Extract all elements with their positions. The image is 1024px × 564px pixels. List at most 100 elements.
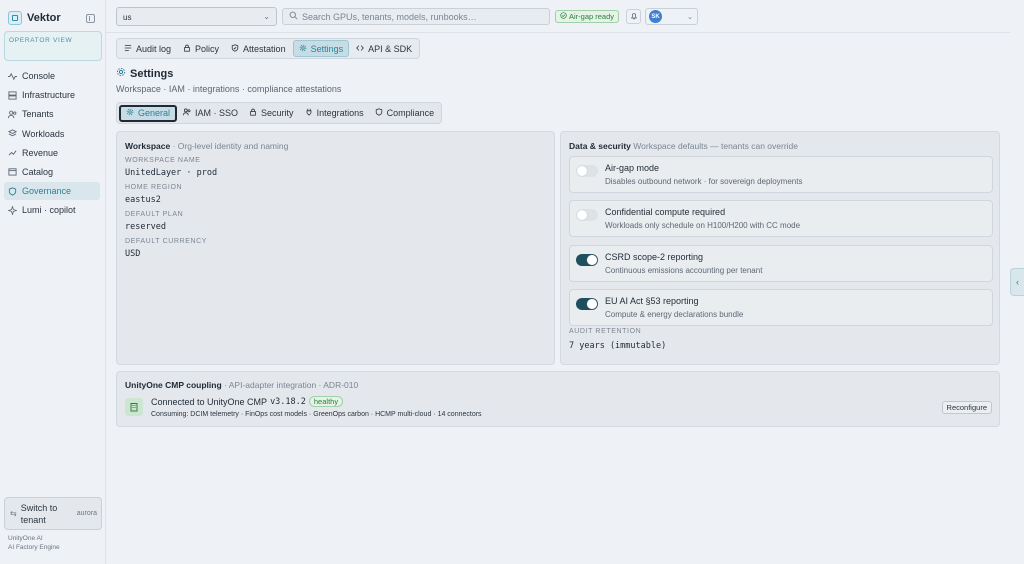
sidebar-item-catalog[interactable]: Catalog — [4, 163, 100, 181]
sidebar-item-label: Revenue — [22, 147, 59, 158]
tab-security[interactable]: Security — [244, 105, 299, 122]
region-value: us — [123, 13, 132, 22]
switch-tenant-label: Switch to tenant — [20, 502, 58, 525]
airgap-mode-row[interactable]: Air-gap mode Disables outbound network ·… — [569, 156, 993, 193]
gear-icon — [116, 67, 126, 80]
tab-label: IAM · SSO — [195, 108, 239, 118]
user-menu[interactable]: SK ⌄ — [645, 8, 698, 25]
field-value[interactable]: eastus2 — [125, 195, 546, 205]
tab-integrations[interactable]: Integrations — [300, 105, 369, 122]
shield-icon — [8, 187, 17, 196]
current-tenant: aurora — [76, 510, 97, 517]
toggle-desc: Workloads only schedule on H100/H200 wit… — [605, 221, 801, 230]
tab-attestation[interactable]: Attestation — [226, 40, 291, 57]
sidebar-item-console[interactable]: Console — [4, 67, 100, 85]
tab-general[interactable]: General — [119, 104, 178, 122]
brand[interactable]: Vektor — [8, 11, 61, 25]
shield-icon — [375, 108, 383, 118]
tab-api-sdk[interactable]: API & SDK — [351, 40, 417, 57]
sidebar-item-governance[interactable]: Governance — [4, 182, 100, 201]
search-input[interactable]: Search GPUs, tenants, models, runbooks… — [282, 8, 550, 25]
card-title: UnityOne CMP coupling — [125, 380, 222, 390]
expand-panel-button[interactable]: ‹ — [1010, 268, 1024, 296]
connection-status: Connected to UnityOne CMP v3.18.2 health… — [151, 396, 344, 407]
tab-label: General — [138, 108, 171, 118]
operator-view-badge[interactable]: OPERATOR VIEW — [4, 31, 102, 61]
sidebar-collapse-icon[interactable] — [86, 14, 95, 23]
tab-label: Attestation — [243, 43, 286, 54]
activity-icon — [8, 72, 17, 81]
users-icon — [183, 108, 191, 118]
vektor-logo-icon — [8, 11, 22, 25]
notifications-button[interactable] — [626, 9, 641, 24]
toggle-title: CSRD scope-2 reporting — [605, 252, 704, 262]
footer-line-1: UnityOne AI — [8, 535, 43, 542]
toggle-desc: Compute & energy declarations bundle — [605, 310, 744, 319]
chevron-left-icon: ‹ — [1016, 277, 1019, 287]
field-label: DEFAULT CURRENCY — [125, 238, 208, 245]
tab-policy[interactable]: Policy — [178, 40, 224, 57]
workspace-card: Workspace · Org-level identity and namin… — [116, 131, 555, 365]
layers-icon — [8, 129, 17, 138]
code-icon — [356, 44, 364, 54]
default-plan-field: DEFAULT PLAN reserved — [125, 211, 546, 232]
unityone-card-header: UnityOne CMP coupling · API-adapter inte… — [125, 380, 358, 390]
toggle-title: Confidential compute required — [605, 207, 726, 217]
csrd-reporting-toggle[interactable] — [576, 254, 598, 266]
audit-retention-label: AUDIT RETENTION — [569, 328, 642, 335]
sidebar-item-workloads[interactable]: Workloads — [4, 125, 100, 143]
tab-label: Security — [261, 108, 294, 118]
data-security-card: Data & security Workspace defaults — ten… — [560, 131, 1000, 365]
eu-ai-act-row[interactable]: EU AI Act §53 reporting Compute & energy… — [569, 289, 993, 326]
tab-settings[interactable]: Settings — [292, 40, 350, 57]
gear-icon — [299, 44, 307, 54]
region-select[interactable]: us ⌄ — [116, 7, 277, 26]
avatar: SK — [649, 10, 662, 23]
settings-tabs: General IAM · SSO Security Integrations … — [116, 102, 443, 124]
confidential-compute-toggle[interactable] — [576, 209, 598, 221]
reconfigure-button[interactable]: Reconfigure — [941, 401, 992, 414]
tab-label: Compliance — [386, 108, 435, 118]
sidebar-item-lumi-copilot[interactable]: Lumi · copilot — [4, 201, 100, 219]
trend-icon — [8, 148, 17, 157]
toggle-desc: Continuous emissions accounting per tena… — [605, 266, 763, 275]
sidebar-item-label: Governance — [22, 186, 72, 197]
card-title: Workspace — [125, 141, 171, 151]
field-value[interactable]: UnitedLayer · prod — [125, 168, 546, 178]
sidebar-item-tenants[interactable]: Tenants — [4, 105, 100, 123]
switch-tenant-button[interactable]: ⇆ Switch to tenant aurora — [4, 497, 102, 530]
field-value[interactable]: reserved — [125, 222, 546, 232]
unityone-card: UnityOne CMP coupling · API-adapter inte… — [116, 371, 1000, 427]
chevron-down-icon: ⌄ — [263, 12, 270, 21]
default-currency-field: DEFAULT CURRENCY USD — [125, 238, 546, 259]
sidebar-item-revenue[interactable]: Revenue — [4, 144, 100, 162]
tab-label: Integrations — [316, 108, 364, 118]
swap-icon: ⇆ — [10, 509, 17, 518]
field-label: WORKSPACE NAME — [125, 157, 201, 164]
tab-label: Policy — [195, 43, 220, 54]
status-badge: healthy — [308, 396, 344, 407]
tab-iam-sso[interactable]: IAM · SSO — [178, 105, 243, 122]
governance-tabs: Audit log Policy Attestation Settings AP… — [116, 38, 421, 59]
confidential-compute-row[interactable]: Confidential compute required Workloads … — [569, 200, 993, 237]
page-subtitle: Workspace · IAM · integrations · complia… — [116, 84, 342, 94]
card-subtitle: · Org-level identity and naming — [172, 141, 289, 151]
bell-icon — [630, 12, 638, 22]
eu-ai-act-toggle[interactable] — [576, 298, 598, 310]
page-title-text: Settings — [130, 67, 174, 80]
lock-icon — [183, 44, 191, 54]
tab-audit-log[interactable]: Audit log — [119, 40, 176, 57]
field-value[interactable]: USD — [125, 249, 546, 259]
topbar-divider — [106, 32, 1010, 33]
airgap-mode-toggle[interactable] — [576, 165, 598, 177]
toggle-title: Air-gap mode — [605, 163, 660, 173]
home-region-field: HOME REGION eastus2 — [125, 184, 546, 205]
lock-icon — [249, 108, 257, 118]
sidebar-item-infrastructure[interactable]: Infrastructure — [4, 86, 100, 104]
tab-compliance[interactable]: Compliance — [370, 105, 440, 122]
box-icon — [8, 167, 17, 176]
consuming-text: Consuming: DCIM telemetry · FinOps cost … — [151, 411, 482, 418]
card-subtitle: Workspace defaults — tenants can overrid… — [633, 141, 798, 151]
connected-text: Connected to UnityOne CMP — [151, 396, 268, 407]
csrd-reporting-row[interactable]: CSRD scope-2 reporting Continuous emissi… — [569, 245, 993, 282]
